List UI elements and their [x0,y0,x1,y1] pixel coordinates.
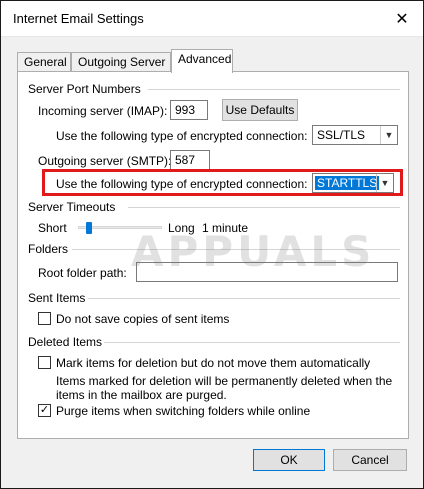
divider [104,342,400,343]
timeout-value: 1 minute [202,221,249,235]
use-defaults-button[interactable]: Use Defaults [222,99,298,121]
incoming-server-label: Incoming server (IMAP): [38,104,168,118]
divider [128,207,400,208]
divider [88,298,400,299]
purge-items-checkbox[interactable]: ✓ [38,404,51,417]
no-sent-copies-label: Do not save copies of sent items [56,312,230,326]
tab-advanced[interactable]: Advanced [171,49,233,73]
timeout-long-label: Long [168,221,195,235]
outgoing-server-label: Outgoing server (SMTP): [38,154,172,168]
timeout-short-label: Short [38,221,67,235]
dialog-window: Internet Email Settings ✕ General Outgoi… [0,0,424,489]
group-title-server-timeouts: Server Timeouts [28,200,116,214]
outgoing-encryption-select[interactable]: STARTTLS ▼ [312,173,394,193]
ok-button[interactable]: OK [253,449,325,471]
mark-for-deletion-label: Mark items for deletion but do not move … [56,356,371,370]
timeout-slider-thumb[interactable] [85,222,92,234]
window-title: Internet Email Settings [13,11,144,26]
group-title-server-ports: Server Port Numbers [28,82,141,96]
tab-outgoing-server[interactable]: Outgoing Server [71,52,171,72]
root-folder-label: Root folder path: [38,266,127,280]
cancel-button[interactable]: Cancel [333,449,407,471]
incoming-encryption-value: SSL/TLS [317,128,366,142]
outgoing-port-input[interactable]: 587 [170,150,210,170]
group-title-folders: Folders [28,242,69,256]
root-folder-input[interactable] [136,262,398,282]
no-sent-copies-checkbox[interactable] [38,312,51,325]
close-icon[interactable]: ✕ [393,11,411,29]
advanced-panel: Server Port Numbers Incoming server (IMA… [17,71,409,439]
divider [148,89,400,90]
deletion-note: Items marked for deletion will be perman… [56,374,393,402]
divider [72,249,400,250]
encryption-label-outgoing: Use the following type of encrypted conn… [56,177,308,191]
encryption-label-incoming: Use the following type of encrypted conn… [56,129,308,143]
outgoing-encryption-value: STARTTLS [315,176,380,190]
incoming-encryption-select[interactable]: SSL/TLS ▼ [312,125,398,145]
purge-items-label: Purge items when switching folders while… [56,404,311,418]
chevron-down-icon: ▼ [376,174,393,192]
tab-general[interactable]: General [17,52,71,72]
group-title-sent-items: Sent Items [28,291,86,305]
mark-for-deletion-checkbox[interactable] [38,356,51,369]
chevron-down-icon: ▼ [380,126,397,144]
title-bar: Internet Email Settings ✕ [1,1,423,37]
incoming-port-input[interactable]: 993 [170,100,208,120]
group-title-deleted-items: Deleted Items [28,335,103,349]
